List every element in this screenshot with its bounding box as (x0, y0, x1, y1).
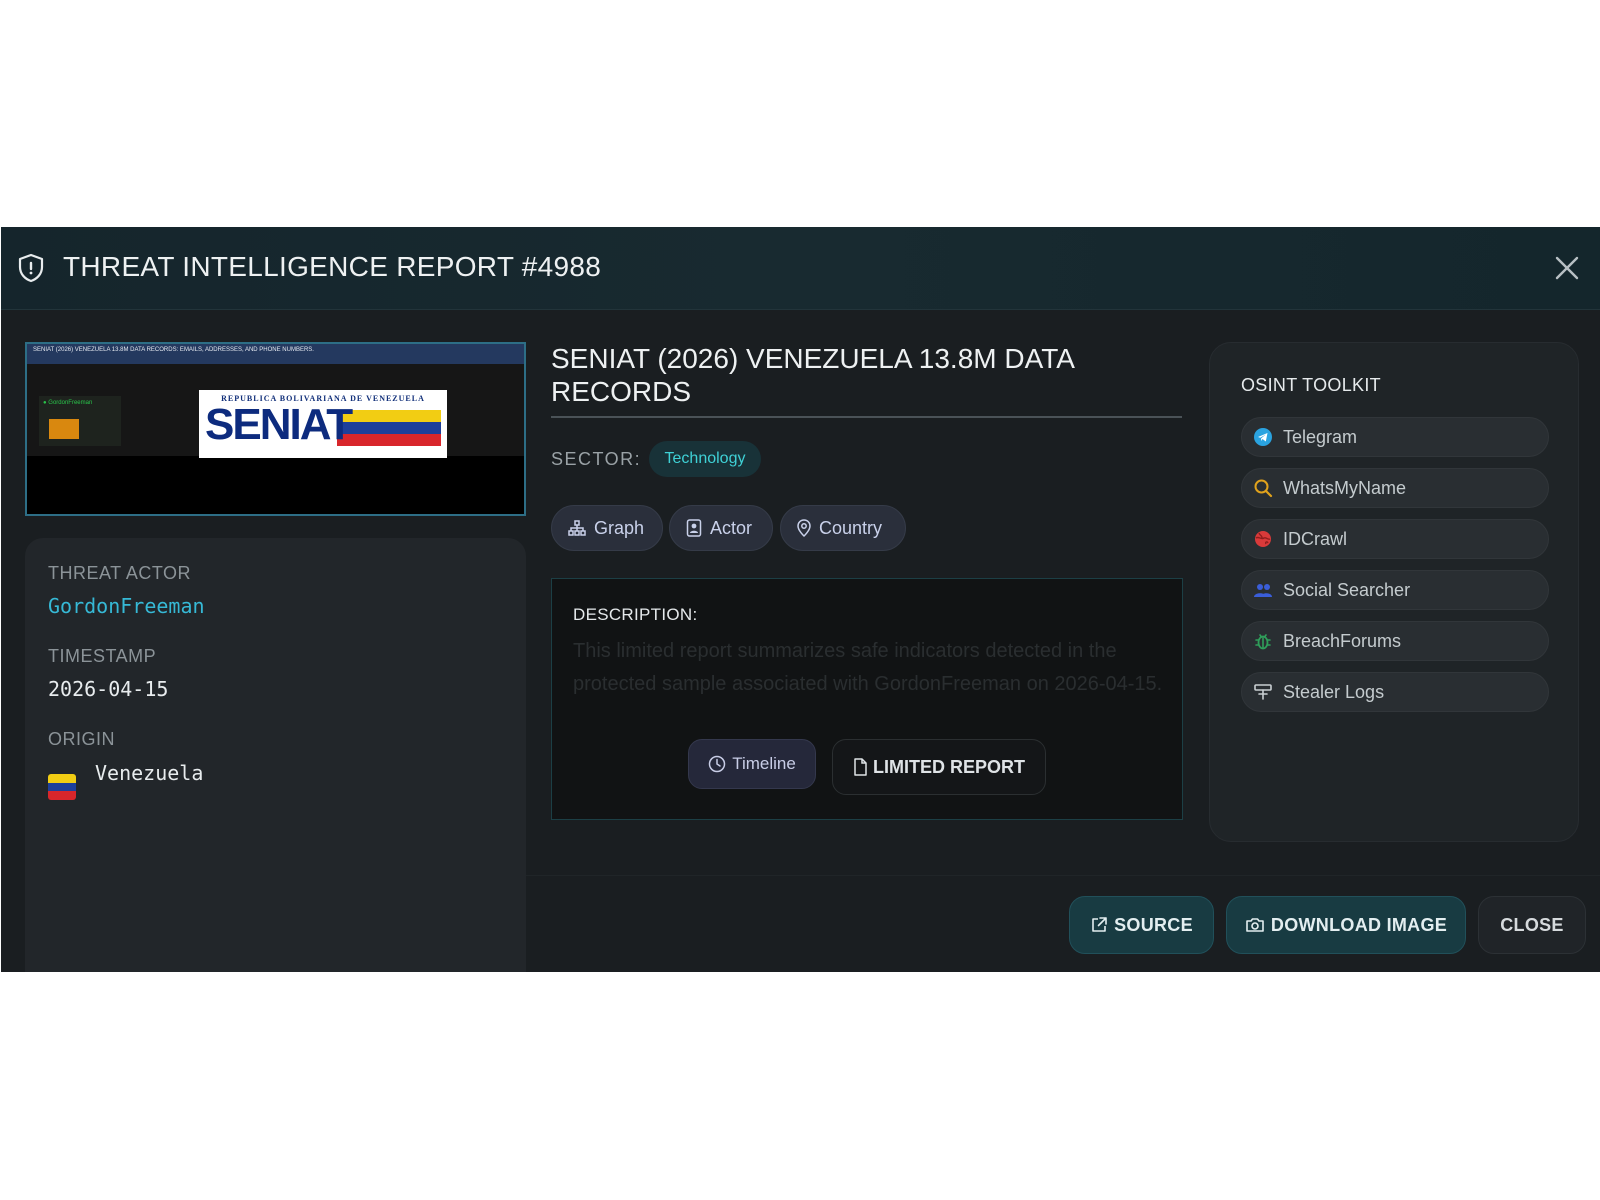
logo-word: SENIAT (205, 400, 353, 449)
external-link-icon (1092, 917, 1107, 932)
id-card-icon (686, 519, 702, 537)
origin-value: Venezuela (95, 761, 204, 785)
camera-icon (1246, 918, 1264, 932)
timestamp-label: TIMESTAMP (48, 646, 157, 666)
document-icon (854, 758, 867, 776)
close-icon[interactable] (1550, 251, 1584, 285)
search-icon (1252, 477, 1274, 499)
preview-thumbnail (49, 419, 79, 439)
venezuela-flag-icon (48, 774, 76, 800)
clock-icon (708, 755, 726, 773)
limited-report-button[interactable]: LIMITED REPORT (832, 739, 1046, 795)
country-button[interactable]: Country (780, 505, 906, 551)
graph-label: Graph (594, 517, 645, 538)
osint-item-idcrawl[interactable]: IDCrawl (1241, 519, 1549, 559)
actor-info-card: THREAT ACTOR GordonFreeman TIMESTAMP 202… (25, 538, 526, 972)
preview-caption: SENIAT (2026) VENEZUELA 13.8M DATA RECOR… (33, 347, 314, 353)
actor-label: Actor (710, 517, 753, 538)
osint-item-telegram[interactable]: Telegram (1241, 417, 1549, 457)
preview-sidebar-label: ● GordonFreeman (43, 400, 93, 406)
timestamp-value: 2026-04-15 (48, 677, 169, 701)
osint-item-label: Social Searcher (1283, 579, 1411, 600)
limited-report-label: LIMITED REPORT (873, 756, 1025, 777)
sector-badge[interactable]: Technology (649, 441, 761, 477)
download-image-button[interactable]: DOWNLOAD IMAGE (1226, 896, 1466, 954)
logs-icon (1252, 681, 1274, 703)
preview-topbar: SENIAT (2026) VENEZUELA 13.8M DATA RECOR… (27, 344, 524, 364)
graph-icon (568, 520, 586, 536)
origin-label: ORIGIN (48, 729, 116, 749)
source-label: SOURCE (1114, 914, 1193, 935)
osint-item-label: Stealer Logs (1283, 681, 1385, 702)
osint-item-social-searcher[interactable]: Social Searcher (1241, 570, 1549, 610)
close-button[interactable]: CLOSE (1478, 896, 1586, 954)
report-title: SENIAT (2026) VENEZUELA 13.8M DATA RECOR… (551, 343, 1074, 407)
graph-button[interactable]: Graph (551, 505, 663, 551)
osint-item-label: Telegram (1283, 426, 1358, 447)
seniat-logo: REPUBLICA BOLIVARIANA DE VENEZUELA SENIA… (199, 390, 447, 458)
close-label: CLOSE (1500, 914, 1564, 935)
map-pin-icon (797, 519, 811, 537)
timeline-button[interactable]: Timeline (688, 739, 816, 789)
osint-item-breachforums[interactable]: BreachForums (1241, 621, 1549, 661)
threat-report-modal: THREAT INTELLIGENCE REPORT #4988 SENIAT … (1, 227, 1600, 972)
source-button[interactable]: SOURCE (1069, 896, 1214, 954)
description-text: This limited report summarizes safe indi… (573, 640, 1163, 695)
osint-toolkit-title: OSINT TOOLKIT (1241, 375, 1381, 395)
modal-title: THREAT INTELLIGENCE REPORT #4988 (63, 251, 602, 282)
threat-actor-link[interactable]: GordonFreeman (48, 594, 205, 618)
description-panel: DESCRIPTION: This limited report summari… (551, 578, 1183, 820)
footer-divider (526, 875, 1600, 876)
telegram-icon (1252, 426, 1274, 448)
globe-icon (1252, 528, 1274, 550)
title-divider (551, 416, 1182, 418)
sector-label: SECTOR: (551, 449, 642, 469)
country-label: Country (819, 517, 883, 538)
report-preview-image[interactable]: SENIAT (2026) VENEZUELA 13.8M DATA RECOR… (25, 342, 526, 516)
actor-button[interactable]: Actor (669, 505, 773, 551)
users-icon (1252, 579, 1274, 601)
shield-icon (18, 253, 44, 283)
osint-item-whatsmyname[interactable]: WhatsMyName (1241, 468, 1549, 508)
bug-icon (1252, 630, 1274, 652)
osint-item-stealer-logs[interactable]: Stealer Logs (1241, 672, 1549, 712)
osint-item-label: BreachForums (1283, 630, 1402, 651)
osint-item-label: IDCrawl (1283, 528, 1348, 549)
logo-flag (337, 410, 441, 446)
download-image-label: DOWNLOAD IMAGE (1270, 914, 1448, 935)
threat-actor-label: THREAT ACTOR (48, 563, 192, 583)
modal-header: THREAT INTELLIGENCE REPORT #4988 (1, 227, 1600, 310)
osint-item-label: WhatsMyName (1283, 477, 1407, 498)
description-label: DESCRIPTION: (573, 605, 698, 624)
timeline-label: Timeline (732, 754, 796, 773)
osint-toolkit-panel: OSINT TOOLKIT Telegram WhatsMyName IDCra… (1209, 342, 1579, 842)
